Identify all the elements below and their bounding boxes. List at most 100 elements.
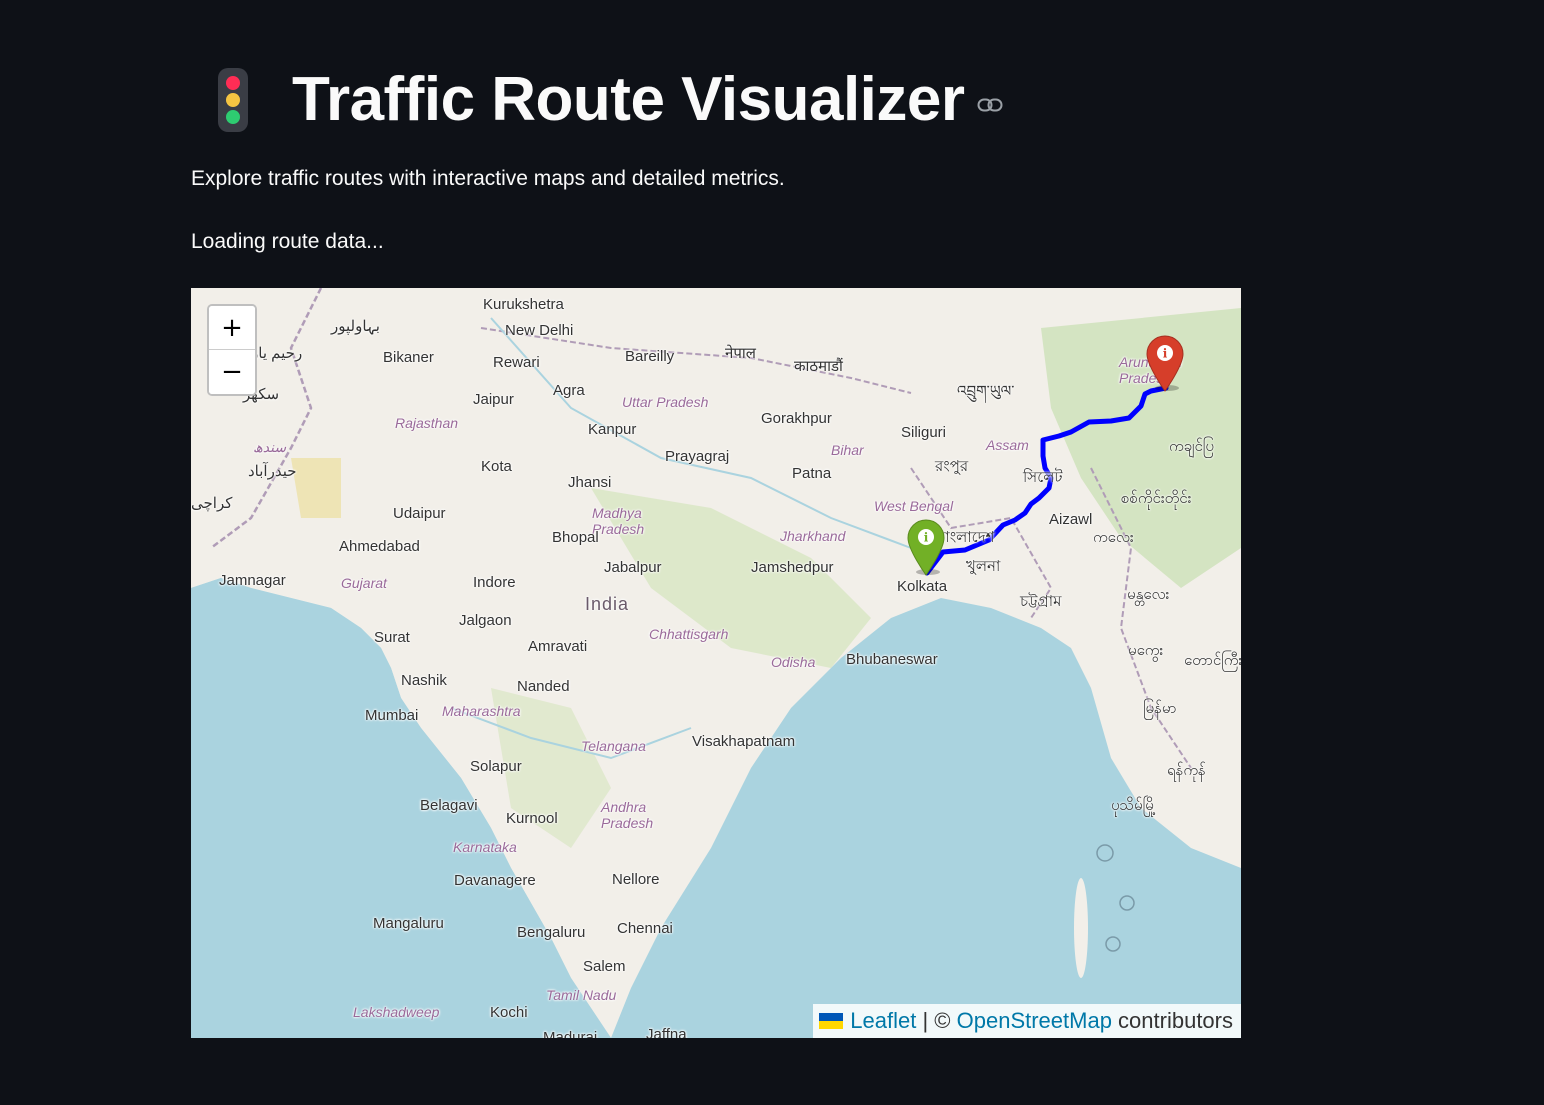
map-label: Kolkata bbox=[897, 578, 948, 595]
traffic-light-icon bbox=[218, 68, 248, 132]
map-label: Chhattisgarh bbox=[649, 626, 729, 642]
map-label: Surat bbox=[374, 629, 410, 646]
map-label: Bikaner bbox=[383, 349, 434, 366]
map-label: سندھ bbox=[253, 439, 287, 455]
zoom-in-button[interactable]: + bbox=[209, 306, 255, 350]
map-label: Jaffna bbox=[646, 1026, 687, 1039]
map-label: မန္တလေး bbox=[1127, 586, 1170, 603]
map-label: Kanpur bbox=[588, 421, 637, 438]
map-label: Solapur bbox=[470, 758, 522, 775]
map-label: Jamshedpur bbox=[751, 559, 834, 576]
map-label: Bhopal bbox=[552, 529, 599, 546]
map-label: সিলেট bbox=[1023, 469, 1063, 486]
map-label: Madurai bbox=[543, 1029, 598, 1039]
map-label: Mumbai bbox=[365, 707, 419, 724]
map-label: India bbox=[585, 594, 630, 614]
map-label: ပုသိမ်မြို့ bbox=[1111, 797, 1157, 814]
map-label: Nanded bbox=[517, 678, 570, 695]
zoom-control: + − bbox=[207, 304, 257, 396]
map-label: စစ်ကိုင်းတိုင်း bbox=[1121, 490, 1192, 507]
map-label: حیدرآباد bbox=[248, 463, 297, 480]
zoom-out-button[interactable]: − bbox=[209, 350, 255, 394]
map-label: Patna bbox=[792, 465, 832, 482]
map-label: Udaipur bbox=[393, 505, 446, 522]
map-label: Nashik bbox=[401, 672, 447, 689]
map-label: Amravati bbox=[528, 638, 588, 655]
route-map[interactable]: Kurukshetra New Delhi بہاولپور رحیم یار … bbox=[191, 288, 1241, 1038]
ukraine-flag-icon bbox=[819, 1013, 844, 1029]
info-icon: i bbox=[1163, 347, 1168, 361]
map-label: رحیم یار bbox=[251, 345, 303, 362]
map-label: Salem bbox=[583, 958, 626, 975]
map-label: রংপুর bbox=[935, 458, 969, 475]
map-base-layer bbox=[191, 288, 1241, 1038]
map-label: Lakshadweep bbox=[353, 1004, 440, 1020]
openstreetmap-link[interactable]: OpenStreetMap bbox=[957, 1008, 1112, 1034]
map-label: မကွေး bbox=[1128, 642, 1164, 659]
map-label: Prayagraj bbox=[665, 448, 730, 465]
attribution-contributors: contributors bbox=[1111, 1008, 1233, 1033]
map-label: Mangaluru bbox=[373, 915, 444, 932]
map-label: New Delhi bbox=[505, 322, 574, 339]
map-label: Rajasthan bbox=[395, 415, 459, 431]
map-label: Gujarat bbox=[341, 575, 387, 591]
map-label: Nellore bbox=[612, 871, 660, 888]
map-label: Kurnool bbox=[506, 810, 558, 827]
map-label: চট্টগ্রাম bbox=[1020, 593, 1062, 610]
map-label: Gorakhpur bbox=[761, 410, 832, 427]
map-label: Odisha bbox=[771, 654, 816, 670]
page-header: Traffic Route Visualizer bbox=[218, 58, 1003, 142]
leaflet-link[interactable]: Leaflet bbox=[850, 1008, 916, 1034]
map-label: འབྲུག་ཡུལ་ bbox=[957, 383, 1015, 400]
map-label: Karnataka bbox=[453, 839, 517, 855]
map-label: Belagavi bbox=[420, 797, 478, 814]
map-label: بہاولپور bbox=[331, 318, 380, 335]
map-label: Maharashtra bbox=[442, 703, 521, 719]
map-label: Telangana bbox=[581, 738, 646, 754]
map-label: Jamnagar bbox=[219, 572, 286, 589]
map-label: Madhya Pradesh bbox=[592, 505, 645, 537]
map-label: ရန်ကုန် bbox=[1167, 762, 1206, 779]
map-label: খুলনা bbox=[966, 558, 1001, 575]
map-label: Jalgaon bbox=[459, 612, 512, 629]
map-label: Bhubaneswar bbox=[846, 651, 938, 668]
map-label: Jhansi bbox=[568, 474, 612, 491]
map-label: Tamil Nadu bbox=[546, 987, 617, 1003]
map-label: Bareilly bbox=[625, 348, 675, 365]
map-label: Kurukshetra bbox=[483, 296, 564, 313]
map-label: Siliguri bbox=[901, 424, 947, 441]
page-subtitle: Explore traffic routes with interactive … bbox=[191, 167, 785, 190]
link-icon[interactable] bbox=[977, 98, 1003, 117]
map-label: Visakhapatnam bbox=[692, 733, 796, 750]
map-label: မြန်မာ bbox=[1143, 700, 1177, 717]
map-label: Davanagere bbox=[454, 872, 536, 889]
map-label: တောင်ကြီး bbox=[1184, 652, 1241, 669]
map-attribution: Leaflet | © OpenStreetMap contributors bbox=[813, 1004, 1241, 1038]
map-label: Jharkhand bbox=[780, 528, 846, 544]
map-label: Assam bbox=[986, 437, 1029, 453]
status-message: Loading route data... bbox=[191, 230, 384, 253]
map-label: Agra bbox=[553, 382, 585, 399]
andaman-islands bbox=[1074, 878, 1088, 978]
map-label: Aizawl bbox=[1049, 511, 1093, 528]
map-label: Kota bbox=[481, 458, 512, 475]
info-icon: i bbox=[924, 531, 929, 545]
map-label: Uttar Pradesh bbox=[622, 394, 709, 410]
map-label: Kochi bbox=[490, 1004, 528, 1021]
map-label: Bihar bbox=[831, 442, 864, 458]
attribution-separator: | © bbox=[916, 1008, 957, 1033]
map-label: नेपाल bbox=[725, 345, 756, 362]
start-marker[interactable]: i bbox=[906, 518, 946, 576]
map-label: ကလေး bbox=[1093, 529, 1134, 546]
map-label: Chennai bbox=[617, 920, 673, 937]
map-label: Ahmedabad bbox=[339, 538, 420, 555]
map-label: Andhra Pradesh bbox=[601, 799, 654, 831]
map-label: Bengaluru bbox=[517, 924, 586, 941]
end-marker[interactable]: i bbox=[1145, 334, 1185, 392]
page-title: Traffic Route Visualizer bbox=[292, 65, 965, 134]
map-label: Jabalpur bbox=[604, 559, 662, 576]
map-label: काठमाडौं bbox=[794, 358, 843, 375]
map-label: Jaipur bbox=[473, 391, 514, 408]
map-label: West Bengal bbox=[874, 498, 954, 514]
map-label: Indore bbox=[473, 574, 516, 591]
